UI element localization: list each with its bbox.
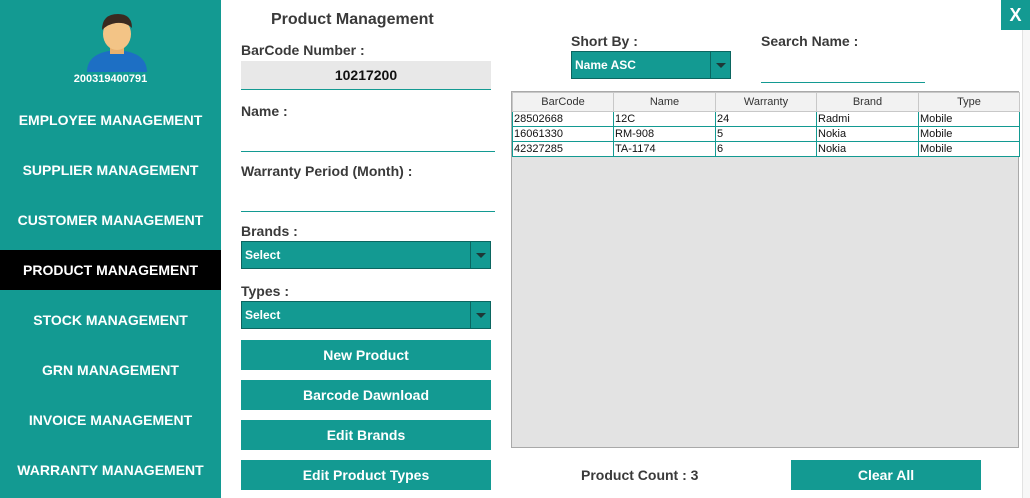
user-id: 200319400791 [73,73,148,85]
page-title: Product Management [271,11,434,28]
barcode-value: 10217200 [241,61,491,90]
brands-label: Brands : [241,223,298,239]
sort-select[interactable]: Name ASC [571,51,731,79]
product-table[interactable]: BarCode Name Warranty Brand Type 2850266… [511,91,1020,448]
clear-all-button[interactable]: Clear All [791,460,981,490]
sidebar-item-invoice-management[interactable]: INVOICE MANAGEMENT [0,400,221,440]
brands-selected-value: Select [245,248,281,262]
cell-type: Mobile [918,141,1020,157]
cell-brand: Nokia [816,141,919,157]
user-avatar-icon [87,14,147,72]
name-input[interactable] [241,125,495,152]
edit-brands-button[interactable]: Edit Brands [241,420,491,450]
sidebar-item-customer-management[interactable]: CUSTOMER MANAGEMENT [0,200,221,240]
table-row[interactable]: 16061330 RM-908 5 Nokia Mobile [512,126,1020,142]
sort-selected-value: Name ASC [575,58,636,72]
cell-barcode: 16061330 [512,126,614,142]
dropdown-arrow-icon[interactable] [470,302,490,328]
cell-name: 12C [613,111,716,127]
cell-type: Mobile [918,126,1020,142]
cell-warranty: 6 [715,141,817,157]
edit-product-types-button[interactable]: Edit Product Types [241,460,491,490]
cell-type: Mobile [918,111,1020,127]
close-button[interactable]: X [1001,0,1030,30]
cell-name: RM-908 [613,126,716,142]
sidebar-item-employee-management[interactable]: EMPLOYEE MANAGEMENT [0,100,221,140]
search-label: Search Name : [761,33,859,49]
barcode-label: BarCode Number : [241,42,365,58]
types-label: Types : [241,283,289,299]
product-count-label: Product Count : [581,467,687,483]
column-header-barcode[interactable]: BarCode [512,92,614,112]
product-count: Product Count : 3 [581,467,698,483]
sidebar-item-supplier-management[interactable]: SUPPLIER MANAGEMENT [0,150,221,190]
cell-warranty: 5 [715,126,817,142]
search-name-input[interactable] [761,56,925,83]
cell-brand: Nokia [816,126,919,142]
product-count-value: 3 [690,467,699,483]
column-header-warranty[interactable]: Warranty [715,92,817,112]
new-product-button[interactable]: New Product [241,340,491,370]
column-header-brand[interactable]: Brand [816,92,919,112]
column-header-type[interactable]: Type [918,92,1020,112]
sort-label: Short By : [571,33,638,49]
cell-warranty: 24 [715,111,817,127]
warranty-input[interactable] [241,185,495,212]
dropdown-arrow-icon[interactable] [710,52,730,78]
window-edge [1022,30,1030,498]
column-header-name[interactable]: Name [613,92,716,112]
cell-name: TA-1174 [613,141,716,157]
barcode-download-button[interactable]: Barcode Dawnload [241,380,491,410]
sidebar-item-warranty-management[interactable]: WARRANTY MANAGEMENT [0,450,221,490]
sidebar-item-grn-management[interactable]: GRN MANAGEMENT [0,350,221,390]
cell-brand: Radmi [816,111,919,127]
cell-barcode: 28502668 [512,111,614,127]
types-selected-value: Select [245,308,281,322]
warranty-label: Warranty Period (Month) : [241,163,413,179]
cell-barcode: 42327285 [512,141,614,157]
table-row[interactable]: 42327285 TA-1174 6 Nokia Mobile [512,141,1020,157]
dropdown-arrow-icon[interactable] [470,242,490,268]
types-select[interactable]: Select [241,301,491,329]
table-header-row: BarCode Name Warranty Brand Type [512,92,1020,112]
sidebar-item-stock-management[interactable]: STOCK MANAGEMENT [0,300,221,340]
brands-select[interactable]: Select [241,241,491,269]
name-label: Name : [241,103,288,119]
sidebar-item-product-management[interactable]: PRODUCT MANAGEMENT [0,250,221,290]
table-row[interactable]: 28502668 12C 24 Radmi Mobile [512,111,1020,127]
